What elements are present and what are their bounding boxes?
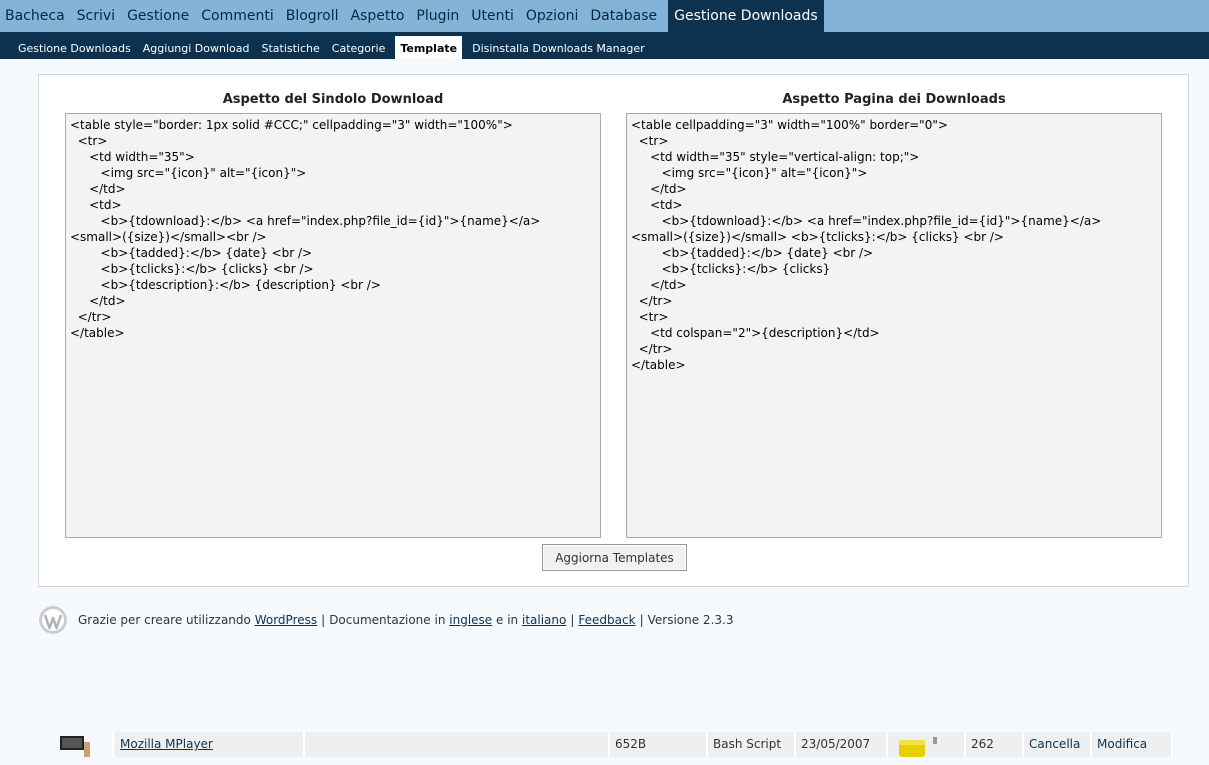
footer-separator: | <box>321 613 326 627</box>
category-icon <box>899 737 937 757</box>
mplayer-icon <box>60 736 90 757</box>
menu-item-gestione[interactable]: Gestione <box>122 0 196 32</box>
menu-item-commenti[interactable]: Commenti <box>196 0 280 32</box>
downloads-page-title: Aspetto Pagina dei Downloads <box>782 92 1006 107</box>
feedback-link[interactable]: Feedback <box>578 613 635 627</box>
italian-docs-link[interactable]: italiano <box>522 613 566 627</box>
footer-and-text: e in <box>496 613 519 627</box>
table-row: Mozilla MPlayer 652B Bash Script 23/05/2… <box>38 732 1173 757</box>
submenu-item-statistiche[interactable]: Statistiche <box>255 36 325 59</box>
download-clicks-cell: 262 <box>966 732 1024 757</box>
download-name-link[interactable]: Mozilla MPlayer <box>120 737 213 751</box>
admin-menu: Bacheca Scrivi Gestione Commenti Blogrol… <box>0 0 1209 32</box>
single-download-title: Aspetto del Sindolo Download <box>222 92 444 107</box>
sub-menu: Gestione Downloads Aggiungi Download Sta… <box>0 32 1209 59</box>
delete-link[interactable]: Cancella <box>1029 737 1080 751</box>
menu-item-bacheca[interactable]: Bacheca <box>0 0 72 32</box>
menu-item-aspetto[interactable]: Aspetto <box>345 0 411 32</box>
submenu-item-template[interactable]: Template <box>395 36 463 59</box>
submenu-item-disinstalla[interactable]: Disinstalla Downloads Manager <box>466 36 651 59</box>
footer-docs-text: Documentazione in <box>329 613 446 627</box>
footer: Grazie per creare utilizzando WordPress … <box>38 604 733 636</box>
download-icon-cell <box>38 732 114 757</box>
update-templates-button[interactable]: Aggiorna Templates <box>542 544 687 571</box>
template-form: Aspetto del Sindolo Download <table styl… <box>38 74 1189 587</box>
menu-item-database[interactable]: Database <box>585 0 664 32</box>
edit-link[interactable]: Modifica <box>1097 737 1147 751</box>
menu-item-utenti[interactable]: Utenti <box>466 0 521 32</box>
menu-item-gestione-downloads[interactable]: Gestione Downloads <box>668 0 824 32</box>
menu-item-opzioni[interactable]: Opzioni <box>521 0 585 32</box>
download-description-cell <box>305 732 610 757</box>
submenu-item-categorie[interactable]: Categorie <box>326 36 392 59</box>
submenu-item-gestione-downloads[interactable]: Gestione Downloads <box>12 36 137 59</box>
footer-separator: | <box>639 613 644 627</box>
version-text: Versione 2.3.3 <box>647 613 734 627</box>
delete-cell: Cancella <box>1024 732 1092 757</box>
english-docs-link[interactable]: inglese <box>449 613 492 627</box>
download-size-cell: 652B <box>610 732 708 757</box>
download-type-cell: Bash Script <box>708 732 796 757</box>
wordpress-logo-icon <box>39 606 67 634</box>
downloads-page-template-textarea[interactable]: <table cellpadding="3" width="100%" bord… <box>626 113 1162 538</box>
footer-separator: | <box>570 613 575 627</box>
menu-item-plugin[interactable]: Plugin <box>411 0 466 32</box>
edit-cell: Modifica <box>1092 732 1173 757</box>
wordpress-link[interactable]: WordPress <box>255 613 317 627</box>
footer-thanks-text: Grazie per creare utilizzando <box>78 613 251 627</box>
single-download-template-textarea[interactable]: <table style="border: 1px solid #CCC;" c… <box>65 113 601 538</box>
menu-item-scrivi[interactable]: Scrivi <box>72 0 122 32</box>
download-date-cell: 23/05/2007 <box>796 732 888 757</box>
submenu-item-aggiungi-download[interactable]: Aggiungi Download <box>137 36 256 59</box>
download-name-cell: Mozilla MPlayer <box>115 732 305 757</box>
download-category-icon-cell <box>888 732 966 757</box>
menu-item-blogroll[interactable]: Blogroll <box>281 0 346 32</box>
